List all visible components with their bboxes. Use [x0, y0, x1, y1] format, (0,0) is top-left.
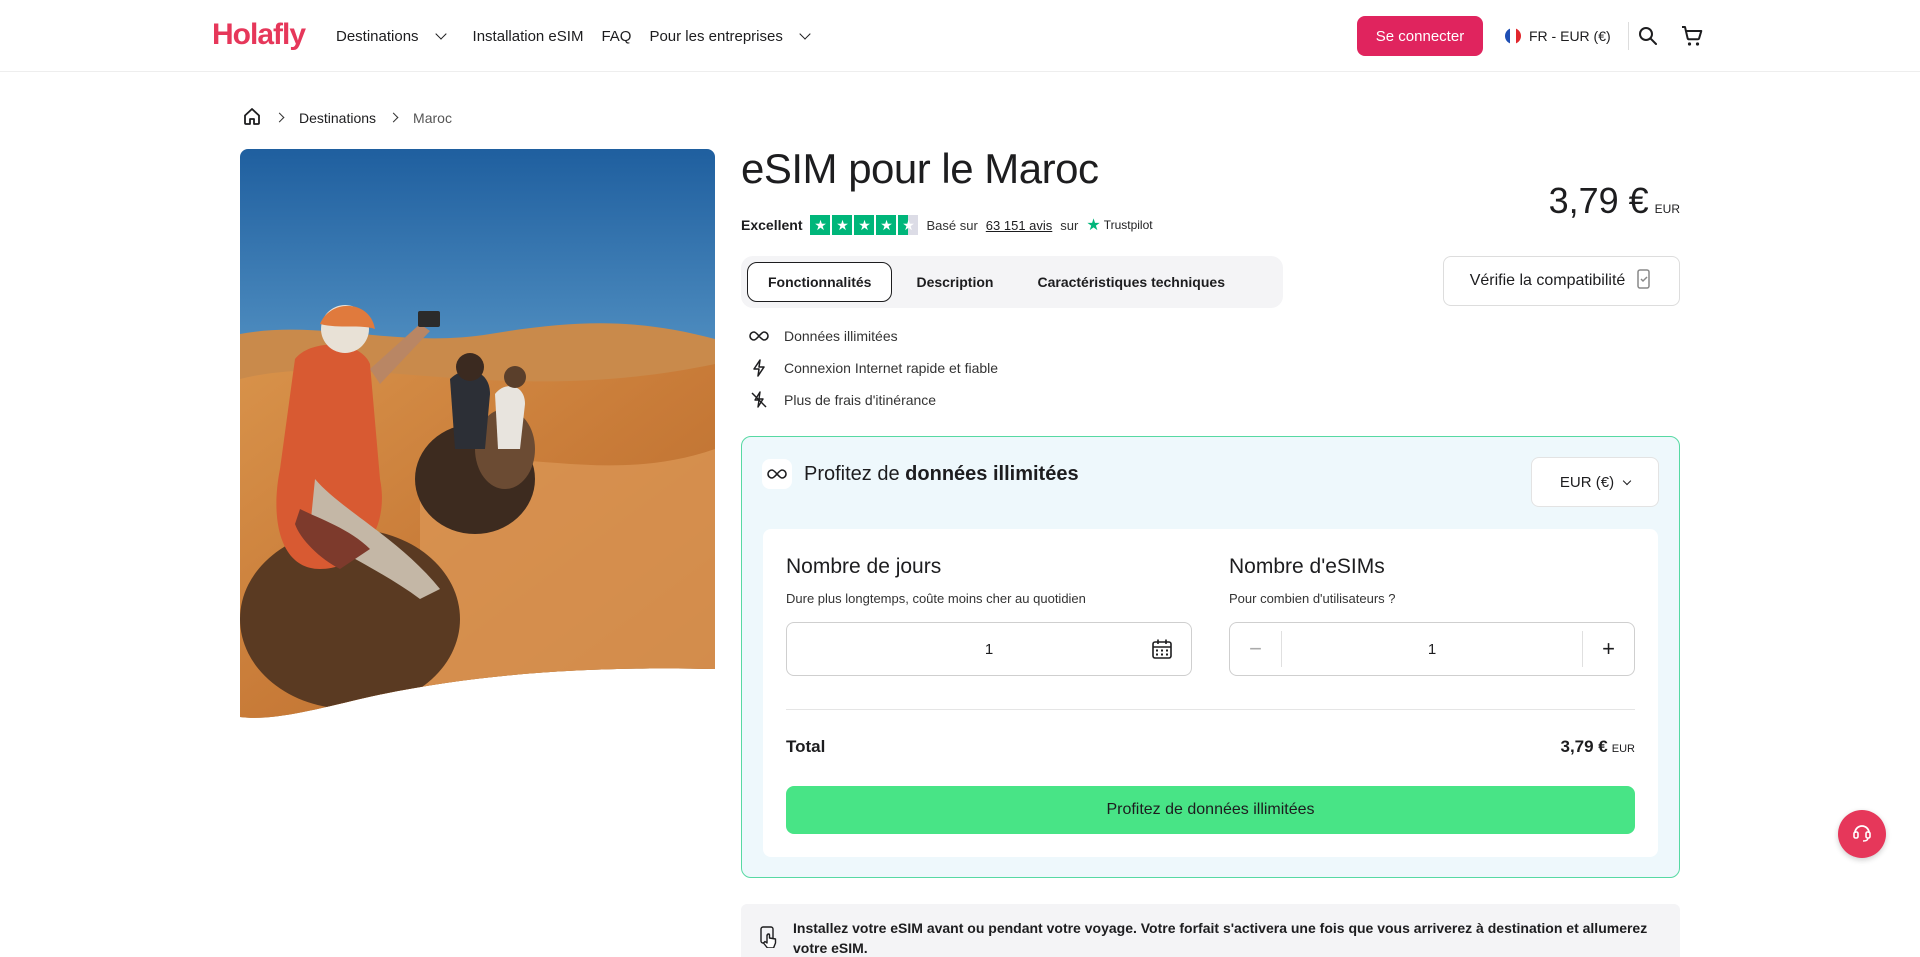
- nav-business[interactable]: Pour les entreprises: [649, 28, 818, 45]
- feature-item: Plus de frais d'itinérance: [748, 390, 998, 410]
- trustpilot-rating: Excellent ★ ★ ★ ★ ★ Basé sur 63 151 avis…: [741, 215, 1153, 235]
- nav-destinations-label: Destinations: [336, 27, 419, 45]
- header-divider: [1628, 22, 1629, 50]
- nav-installation-label: Installation eSIM: [472, 27, 584, 45]
- esims-column: Nombre d'eSIMs Pour combien d'utilisateu…: [1229, 555, 1635, 676]
- star-icon: ★: [810, 215, 831, 235]
- plan-options-panel: Nombre de jours Dure plus longtemps, coû…: [763, 529, 1658, 857]
- chevron-right-icon: [274, 112, 285, 123]
- search-icon[interactable]: [1632, 20, 1664, 52]
- headset-icon: [1851, 821, 1873, 848]
- trustpilot-label: Trustpilot: [1103, 218, 1153, 232]
- feature-list: Données illimitées Connexion Internet ra…: [748, 326, 998, 410]
- cart-icon[interactable]: [1676, 20, 1708, 52]
- star-icon: ★: [876, 215, 897, 235]
- plan-configurator: Profitez de données illimitées EUR (€) N…: [741, 436, 1680, 878]
- lightning-icon: [748, 358, 770, 378]
- days-input[interactable]: 1: [786, 622, 1192, 676]
- price-amount: 3,79 €: [1548, 180, 1649, 221]
- days-heading: Nombre de jours: [786, 555, 942, 578]
- plan-header: Profitez de données illimitées: [762, 459, 1079, 489]
- check-compatibility-button[interactable]: Vérifie la compatibilité: [1443, 256, 1680, 306]
- tab-technical-specs[interactable]: Caractéristiques techniques: [1017, 262, 1245, 302]
- login-button[interactable]: Se connecter: [1357, 16, 1483, 56]
- esims-hint: Pour combien d'utilisateurs ?: [1229, 591, 1396, 606]
- locale-selector[interactable]: FR - EUR (€): [1505, 16, 1611, 56]
- plan-title-bold: données illimitées: [905, 462, 1079, 485]
- check-compatibility-label: Vérifie la compatibilité: [1469, 272, 1626, 289]
- trustpilot-logo: ★ Trustpilot: [1086, 215, 1152, 235]
- product-title: eSIM pour le Maroc: [741, 145, 1099, 192]
- total-amount: 3,79 €: [1560, 737, 1608, 756]
- chevron-down-icon: [799, 28, 811, 40]
- hand-tap-icon: [759, 926, 779, 953]
- rating-based-on: Basé sur: [926, 217, 978, 233]
- chevron-down-icon: [1622, 476, 1632, 485]
- trustpilot-star-icon: ★: [1086, 217, 1101, 234]
- phone-check-icon: [1635, 268, 1653, 294]
- rating-stars: ★ ★ ★ ★ ★: [810, 215, 919, 235]
- plan-title: Profitez de données illimitées: [804, 463, 1079, 486]
- total-row: Total 3,79 € EUR: [786, 737, 1635, 757]
- plan-divider: [786, 709, 1635, 710]
- nav-business-label: Pour les entreprises: [649, 27, 783, 45]
- install-info-text: Installez votre eSIM avant ou pendant vo…: [793, 920, 1648, 956]
- chevron-down-icon: [434, 28, 447, 40]
- total-label: Total: [786, 737, 826, 756]
- feature-item: Données illimitées: [748, 326, 998, 346]
- no-roaming-icon: [748, 390, 770, 410]
- feature-item: Connexion Internet rapide et fiable: [748, 358, 998, 378]
- breadcrumb-current: Maroc: [413, 109, 452, 126]
- support-chat-button[interactable]: [1838, 810, 1886, 858]
- star-icon: ★: [854, 215, 875, 235]
- esims-quantity-stepper: − 1 +: [1229, 622, 1635, 676]
- calendar-icon[interactable]: [1151, 638, 1173, 664]
- france-flag-icon: [1505, 28, 1521, 44]
- days-value: 1: [984, 640, 994, 658]
- breadcrumb-destinations[interactable]: Destinations: [299, 110, 376, 126]
- breadcrumb: Destinations Maroc: [242, 106, 452, 129]
- buy-unlimited-button[interactable]: Profitez de données illimitées: [786, 786, 1635, 834]
- esims-heading: Nombre d'eSIMs: [1229, 555, 1385, 578]
- locale-label: FR - EUR (€): [1529, 28, 1611, 44]
- feature-label: Plus de frais d'itinérance: [784, 392, 937, 408]
- chevron-right-icon: [388, 112, 399, 123]
- product-tabs: Fonctionnalités Description Caractéristi…: [741, 256, 1283, 308]
- install-info-banner: Installez votre eSIM avant ou pendant vo…: [741, 904, 1680, 957]
- total-price: 3,79 € EUR: [1561, 737, 1636, 757]
- tab-features[interactable]: Fonctionnalités: [747, 262, 893, 302]
- currency-select[interactable]: EUR (€): [1531, 457, 1659, 507]
- total-currency: EUR: [1611, 743, 1635, 755]
- home-icon[interactable]: [242, 106, 262, 129]
- nav-installation-esim[interactable]: Installation eSIM: [473, 28, 584, 45]
- plan-title-prefix: Profitez de: [804, 462, 900, 485]
- nav-faq[interactable]: FAQ: [601, 28, 631, 45]
- esims-value[interactable]: 1: [1282, 641, 1582, 658]
- rating-label: Excellent: [741, 217, 803, 233]
- product-hero-image: [240, 149, 715, 721]
- rating-reviews-link[interactable]: 63 151 avis: [986, 218, 1053, 233]
- increment-button[interactable]: +: [1582, 631, 1634, 667]
- feature-label: Données illimitées: [784, 328, 898, 344]
- feature-label: Connexion Internet rapide et fiable: [784, 360, 999, 376]
- main-nav: Destinations Installation eSIM FAQ Pour …: [336, 0, 819, 72]
- nav-faq-label: FAQ: [601, 27, 632, 45]
- product-price: 3,79 € EUR: [1549, 180, 1680, 222]
- days-column: Nombre de jours Dure plus longtemps, coû…: [786, 555, 1192, 676]
- decrement-button[interactable]: −: [1230, 631, 1282, 667]
- star-icon: ★: [832, 215, 853, 235]
- site-header: Holafly Destinations Installation eSIM F…: [0, 0, 1920, 72]
- holafly-logo[interactable]: Holafly: [212, 18, 306, 52]
- price-currency: EUR: [1654, 202, 1680, 216]
- currency-select-value: EUR (€): [1559, 473, 1615, 491]
- nav-destinations[interactable]: Destinations: [336, 28, 455, 45]
- half-star-icon: ★: [898, 215, 919, 235]
- infinity-icon: [762, 459, 792, 489]
- days-hint: Dure plus longtemps, coûte moins cher au…: [786, 591, 1086, 606]
- rating-on: sur: [1060, 217, 1079, 233]
- tab-description[interactable]: Description: [896, 262, 1013, 302]
- infinity-icon: [748, 326, 770, 346]
